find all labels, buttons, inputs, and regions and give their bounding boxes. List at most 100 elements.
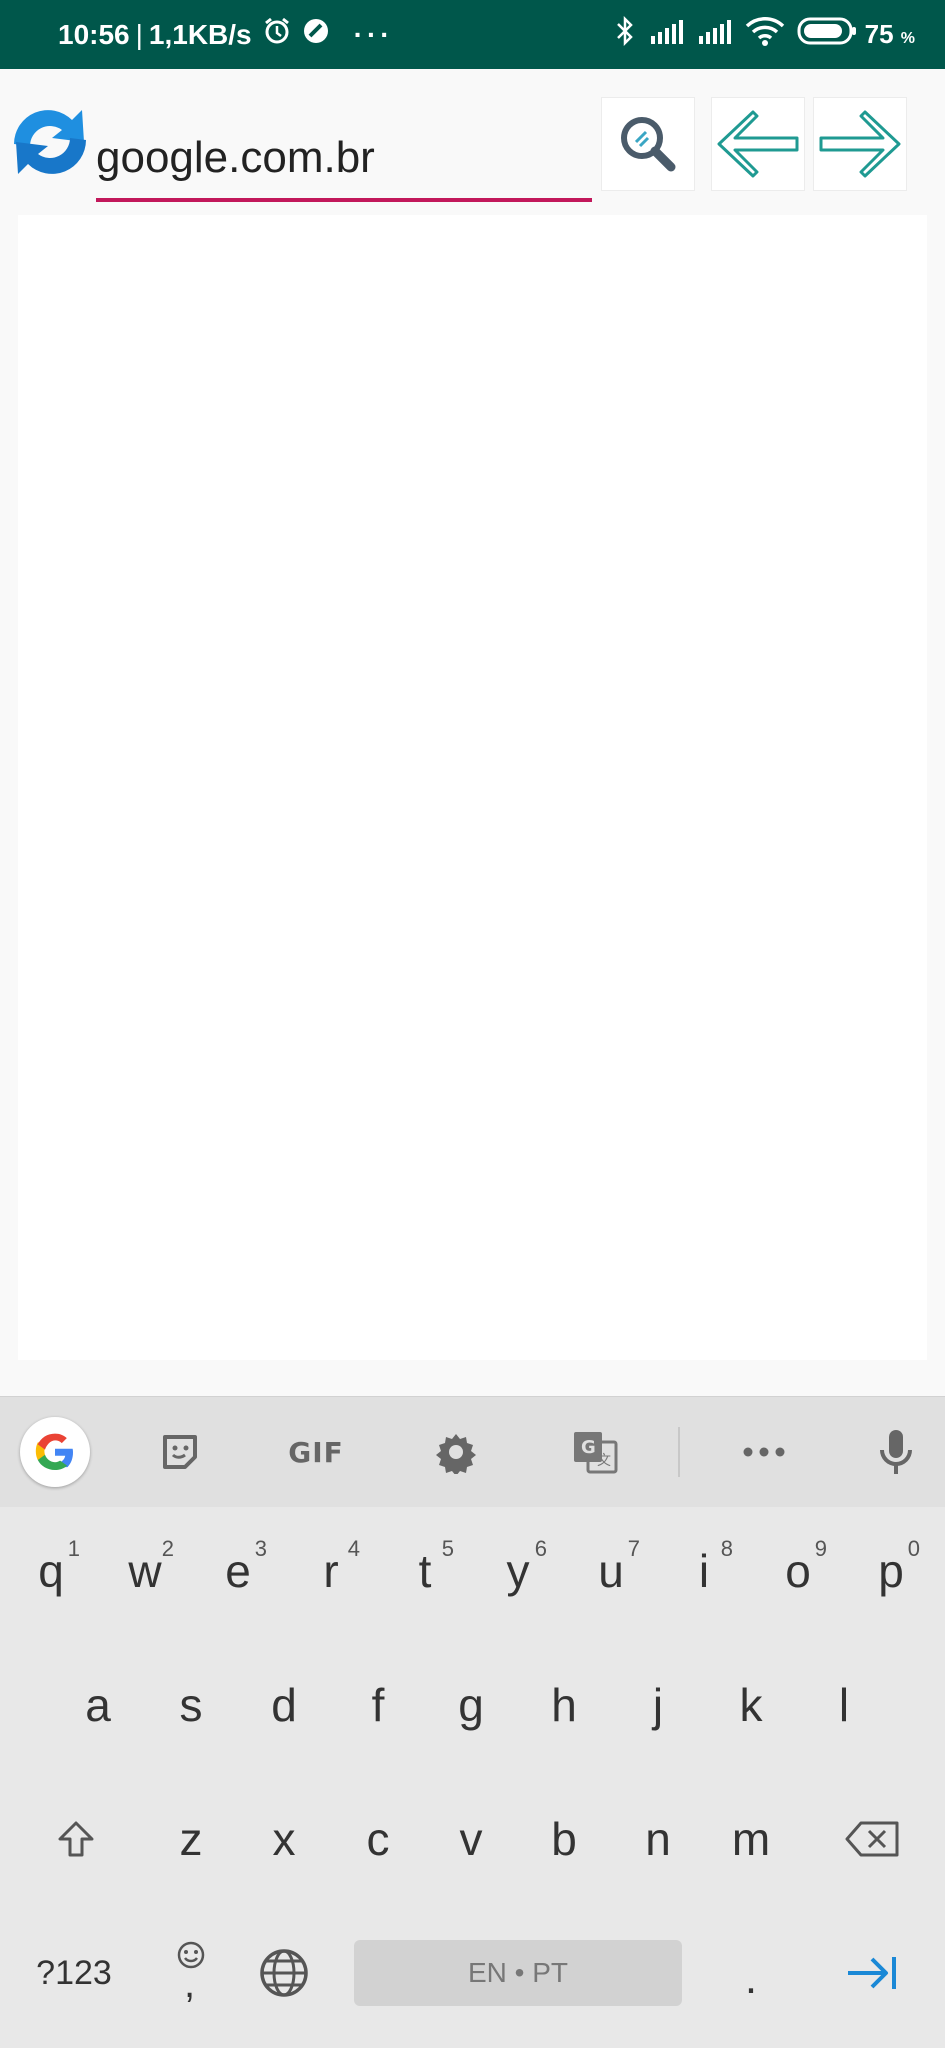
search-button[interactable] — [601, 97, 695, 191]
key-j[interactable]: j — [611, 1650, 705, 1760]
translate-button[interactable]: G文 — [565, 1397, 625, 1507]
key-b[interactable]: b — [517, 1784, 611, 1894]
gif-button[interactable]: GIF — [276, 1397, 356, 1507]
translate-icon: G文 — [574, 1432, 618, 1474]
bluetooth-icon — [601, 15, 637, 53]
key-label: y — [506, 1545, 530, 1597]
language-key[interactable] — [237, 1918, 331, 2028]
key-d[interactable]: d — [237, 1650, 331, 1760]
key-p[interactable]: p0 — [844, 1516, 938, 1626]
settings-gear-icon — [436, 1434, 476, 1474]
key-label: w — [128, 1545, 162, 1597]
mic-icon — [880, 1430, 912, 1474]
key-a[interactable]: a — [51, 1650, 145, 1760]
key-hint: 3 — [254, 1536, 267, 1561]
key-hint: 1 — [67, 1536, 80, 1561]
status-bar: 10:56 | 1,1KB/s ··· 75 % — [0, 0, 945, 69]
key-o[interactable]: o9 — [751, 1516, 845, 1626]
more-dots-icon: ··· — [353, 18, 394, 50]
comma-emoji-key[interactable]: , — [144, 1918, 238, 2028]
back-button[interactable] — [711, 97, 805, 191]
status-left: 10:56 | 1,1KB/s ··· — [58, 0, 394, 69]
svg-text:文: 文 — [597, 1453, 611, 1469]
separator: | — [135, 18, 143, 50]
key-u[interactable]: u7 — [564, 1516, 658, 1626]
key-y[interactable]: y6 — [471, 1516, 565, 1626]
key-label: u — [598, 1545, 624, 1597]
svg-text:G: G — [581, 1437, 596, 1458]
google-icon — [35, 1433, 73, 1470]
key-t[interactable]: t5 — [378, 1516, 472, 1626]
globe-icon — [260, 1949, 308, 1997]
key-hint: 0 — [907, 1536, 920, 1561]
keyboard: GIF G文 q1 w2 e3 r4 t5 y6 u7 i8 o9 p0 a s… — [0, 1396, 945, 2048]
key-label: o — [785, 1545, 811, 1597]
key-label: q — [38, 1545, 64, 1597]
search-icon — [621, 117, 676, 172]
more-horizontal-icon — [743, 1447, 785, 1457]
back-arrow-icon — [717, 110, 799, 178]
key-w[interactable]: w2 — [98, 1516, 192, 1626]
battery-percent: 75 % — [865, 19, 915, 50]
key-g[interactable]: g — [424, 1650, 518, 1760]
key-label: i — [698, 1545, 710, 1597]
voice-input-button[interactable] — [866, 1397, 926, 1507]
shift-key[interactable] — [26, 1784, 126, 1894]
forward-button[interactable] — [813, 97, 907, 191]
wifi-icon — [733, 16, 785, 53]
key-n[interactable]: n — [611, 1784, 705, 1894]
battery-icon — [785, 16, 857, 53]
key-hint: 9 — [814, 1536, 827, 1561]
space-bar[interactable]: EN • PT — [354, 1940, 682, 2006]
forward-arrow-icon — [819, 110, 901, 178]
period-label: . — [744, 1954, 758, 2003]
key-hint: 6 — [534, 1536, 547, 1561]
key-label: p — [878, 1545, 904, 1597]
battery-value: 75 — [864, 19, 894, 49]
more-button[interactable] — [734, 1397, 794, 1507]
google-button[interactable] — [20, 1417, 90, 1487]
web-content-area[interactable] — [18, 215, 927, 1360]
status-right: 75 % — [601, 0, 915, 69]
key-h[interactable]: h — [517, 1650, 611, 1760]
settings-button[interactable] — [426, 1397, 486, 1507]
battery-symbol: % — [900, 30, 915, 47]
refresh-button[interactable] — [4, 100, 96, 180]
backspace-icon — [845, 1821, 899, 1857]
key-z[interactable]: z — [144, 1784, 238, 1894]
sticker-button[interactable] — [150, 1397, 210, 1507]
key-r[interactable]: r4 — [284, 1516, 378, 1626]
period-key[interactable]: . — [704, 1918, 798, 2028]
key-m[interactable]: m — [704, 1784, 798, 1894]
tab-next-icon — [848, 1957, 896, 1989]
key-hint: 7 — [627, 1536, 640, 1561]
key-label: t — [418, 1545, 432, 1597]
enter-next-key[interactable] — [822, 1918, 922, 2028]
key-f[interactable]: f — [331, 1650, 425, 1760]
signal-icon — [685, 18, 733, 51]
key-s[interactable]: s — [144, 1650, 238, 1760]
refresh-icon — [14, 110, 86, 174]
network-speed: 1,1KB/s — [148, 18, 252, 50]
shift-arrow-icon — [58, 1821, 94, 1857]
symbols-key[interactable]: ?123 — [14, 1918, 134, 2028]
key-l[interactable]: l — [797, 1650, 891, 1760]
key-i[interactable]: i8 — [657, 1516, 751, 1626]
backspace-key[interactable] — [822, 1784, 922, 1894]
key-q[interactable]: q1 — [4, 1516, 98, 1626]
key-e[interactable]: e3 — [191, 1516, 285, 1626]
clock: 10:56 — [58, 18, 130, 50]
key-x[interactable]: x — [237, 1784, 331, 1894]
key-label: r — [323, 1545, 339, 1597]
keyboard-toolbar: GIF G文 — [0, 1396, 945, 1507]
key-hint: 8 — [720, 1536, 733, 1561]
key-c[interactable]: c — [331, 1784, 425, 1894]
do-not-disturb-icon — [302, 17, 330, 52]
alarm-icon — [262, 16, 292, 53]
key-k[interactable]: k — [704, 1650, 798, 1760]
url-input[interactable] — [96, 118, 592, 202]
key-hint: 4 — [347, 1536, 360, 1561]
gif-label: GIF — [288, 1435, 344, 1469]
key-v[interactable]: v — [424, 1784, 518, 1894]
sticker-icon — [163, 1435, 197, 1469]
